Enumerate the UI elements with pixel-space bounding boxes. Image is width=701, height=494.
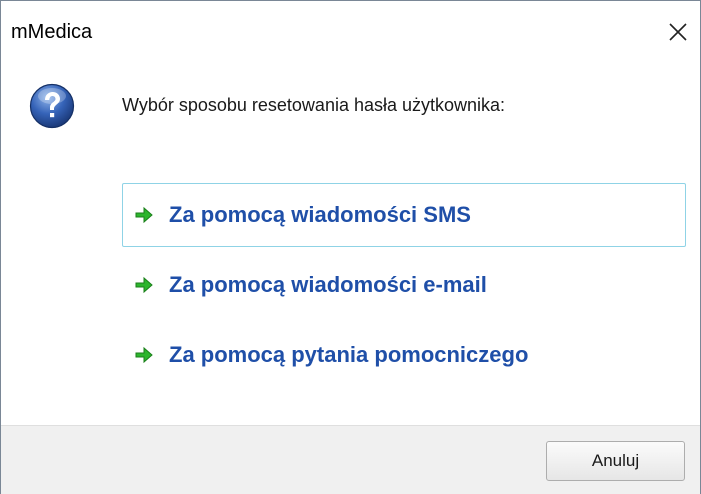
title-bar: mMedica — [1, 1, 700, 63]
option-label: Za pomocą pytania pomocniczego — [169, 342, 529, 367]
green-arrow-icon — [135, 276, 153, 294]
option-security-question[interactable]: Za pomocą pytania pomocniczego — [122, 323, 686, 387]
window-title: mMedica — [11, 21, 93, 43]
green-arrow-icon — [135, 206, 153, 224]
option-email[interactable]: Za pomocą wiadomości e-mail — [122, 253, 686, 317]
close-button[interactable] — [661, 15, 695, 49]
dialog-footer: Anuluj — [1, 425, 700, 494]
green-arrow-icon — [135, 346, 153, 364]
close-icon — [669, 23, 687, 41]
option-label: Za pomocą wiadomości e-mail — [169, 272, 487, 297]
dialog-prompt: Wybór sposobu resetowania hasła użytkown… — [122, 95, 506, 115]
question-icon — [29, 83, 75, 129]
cancel-button[interactable]: Anuluj — [546, 441, 685, 481]
option-sms[interactable]: Za pomocą wiadomości SMS — [122, 183, 686, 247]
reset-password-dialog: mMedica Wybór sposobu resetowania hasła … — [0, 0, 701, 494]
option-label: Za pomocą wiadomości SMS — [169, 202, 471, 227]
